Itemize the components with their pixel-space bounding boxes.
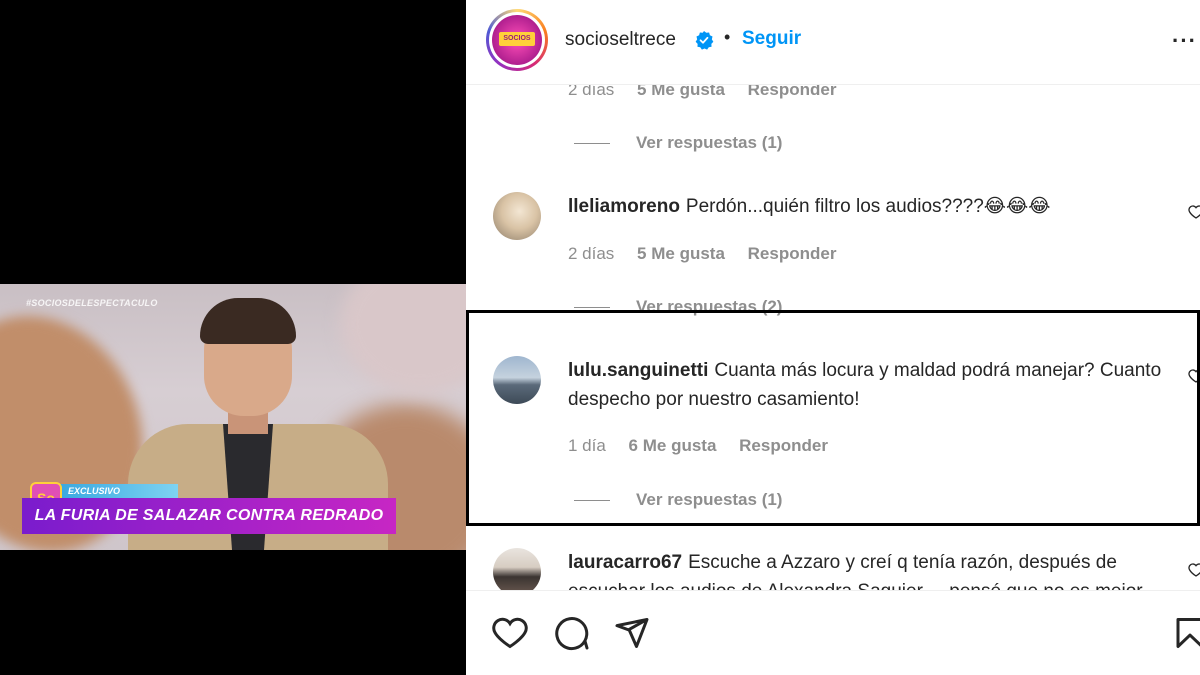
view-replies-button[interactable]: Ver respuestas (2) — [574, 297, 782, 317]
post-header: SOCIOS socioseltrece • Seguir ··· — [466, 0, 1200, 85]
view-replies-label: Ver respuestas (1) — [636, 490, 783, 509]
profile-username[interactable]: socioseltrece — [565, 29, 676, 51]
profile-avatar[interactable]: SOCIOS — [486, 9, 548, 71]
view-replies-label: Ver respuestas (1) — [636, 133, 783, 152]
video-frame: #SOCIOSDELESPECTACULO EXCLUSIVO So LA FU… — [0, 284, 466, 550]
exclusive-tag: EXCLUSIVO — [60, 484, 178, 498]
separator-dot: • — [724, 27, 731, 47]
heart-icon[interactable] — [492, 615, 528, 651]
comment-likes[interactable]: 5 Me gusta — [637, 244, 725, 263]
more-options-icon[interactable]: ··· — [1172, 28, 1197, 54]
post-actions — [466, 590, 1200, 675]
view-replies-button[interactable]: Ver respuestas (1) — [574, 133, 782, 153]
divider-line — [574, 500, 610, 502]
comment-meta: 2 días 5 Me gusta Responder — [568, 244, 854, 264]
reply-button[interactable]: Responder — [748, 244, 837, 263]
view-replies-label: Ver respuestas (2) — [636, 297, 783, 316]
divider-line — [574, 307, 610, 309]
video-player[interactable]: #SOCIOSDELESPECTACULO EXCLUSIVO So LA FU… — [0, 0, 466, 675]
follow-button[interactable]: Seguir — [742, 28, 801, 50]
commenter-avatar[interactable] — [493, 356, 541, 404]
comments-panel: SOCIOS socioseltrece • Seguir ··· 2 días… — [466, 0, 1200, 675]
comment-meta: 1 día 6 Me gusta Responder — [568, 436, 846, 456]
comment-likes[interactable]: 6 Me gusta — [629, 436, 717, 455]
comment-icon[interactable] — [554, 615, 590, 651]
avatar-label: SOCIOS — [499, 32, 535, 46]
divider-line — [574, 143, 610, 145]
comment-time: 2 días — [568, 244, 615, 263]
commenter-username[interactable]: lulu.sanguinetti — [568, 360, 708, 381]
comment-body: lulu.sanguinetti Cuanta más locura y mald… — [568, 356, 1168, 414]
comment-like-icon[interactable] — [1188, 562, 1200, 578]
video-headline: LA FURIA DE SALAZAR CONTRA REDRADO — [22, 498, 396, 534]
view-replies-button[interactable]: Ver respuestas (1) — [574, 490, 782, 510]
commenter-avatar[interactable] — [493, 548, 541, 596]
comment-time: 1 día — [568, 436, 606, 455]
comment-like-icon[interactable] — [1188, 204, 1200, 220]
share-icon[interactable] — [614, 615, 650, 651]
commenter-username[interactable]: lauracarro67 — [568, 552, 682, 573]
comment-text: Perdón...quién filtro los audios????😂😂😂 — [685, 196, 1051, 217]
commenter-username[interactable]: lleliamoreno — [568, 196, 680, 217]
comment-like-icon[interactable] — [1188, 368, 1200, 384]
verified-badge-icon — [695, 31, 714, 50]
reply-button[interactable]: Responder — [739, 436, 828, 455]
commenter-avatar[interactable] — [493, 192, 541, 240]
bookmark-icon[interactable] — [1172, 615, 1200, 651]
comment-body: lleliamoreno Perdón...quién filtro los au… — [568, 192, 1168, 221]
